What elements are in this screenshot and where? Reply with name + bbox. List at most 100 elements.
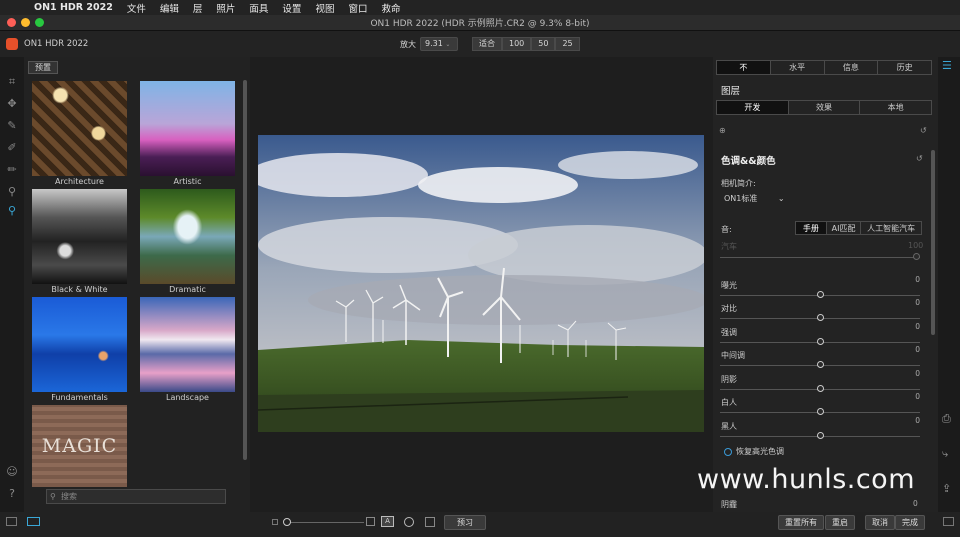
tab-effects[interactable]: 效果 [789,101,861,114]
slider-label: 阴霾 [721,500,737,509]
app-menu[interactable]: ON1 HDR 2022 [34,2,113,13]
menu-help[interactable]: 救命 [381,1,400,15]
preset-label: Fundamentals [51,393,108,402]
mask-view-icon[interactable] [404,517,414,527]
contrast-slider[interactable]: 0 [720,298,920,324]
zoom-25-button[interactable]: 25 [555,37,580,51]
tab-info[interactable]: 信息 [825,61,879,74]
preset-thumb-black-white[interactable]: Black & White [32,189,127,294]
tone-ai-auto-button[interactable]: 人工智能汽车 [861,222,921,234]
preset-thumb-magic[interactable]: MAGIC [32,405,127,487]
share-icon[interactable]: ⤷ [942,447,948,461]
zoom-select[interactable]: 9.31 ⌄ [420,37,458,51]
shadows-slider[interactable]: 0 [720,369,920,395]
export-icon[interactable]: ⇪ [942,482,951,495]
magic-thumbnail-text: MAGIC [41,435,118,457]
restore-highlights-checkbox[interactable]: 恢复高光色调 [724,446,784,457]
reset-button[interactable]: 重启 [825,515,855,530]
help-icon[interactable]: ? [5,487,19,501]
top-tabs: 不 水平 信息 历史 [716,60,932,75]
auto-slider[interactable] [720,251,920,263]
menu-bar: ON1 HDR 2022 文件 编辑 层 照片 面具 设置 视图 窗口 救命 [0,0,960,15]
menu-layer[interactable]: 层 [193,1,203,15]
zoom-slider[interactable] [284,522,364,523]
presets-scrollbar[interactable] [243,80,247,460]
zoom-window-button[interactable] [35,18,44,27]
tab-local[interactable]: 本地 [860,101,931,114]
zoom-tool-icon[interactable]: ⚲ [5,204,19,218]
right-panel-toggle-icon[interactable] [943,517,954,526]
minimize-window-button[interactable] [21,18,30,27]
app-logo-icon [6,38,18,50]
right-icon-strip: ☰ ⎙ ⤷ ⇪ [938,57,960,512]
tone-manual-button[interactable]: 手册 [796,222,827,234]
tone-ai-match-button[interactable]: AI匹配 [827,222,862,234]
cancel-button[interactable]: 取消 [865,515,895,530]
section-reset-icon[interactable]: ↺ [916,154,923,163]
preset-thumb-landscape[interactable]: Landscape [140,297,235,402]
preset-thumb-architecture[interactable]: Architecture [32,81,127,186]
menu-window[interactable]: 窗口 [348,1,367,15]
adjust-panel-icon[interactable]: ☰ [942,59,952,72]
line-mask-icon[interactable]: ✏ [5,163,19,177]
preset-thumb-dramatic[interactable]: Dramatic [140,189,235,294]
refine-brush-icon[interactable]: ⚲ [5,185,19,199]
compare-icon[interactable] [366,517,375,526]
crop-tool-icon[interactable]: ⌗ [5,75,19,89]
preview-button[interactable]: 预习 [444,515,486,530]
preset-thumb-artistic[interactable]: Artistic [140,81,235,186]
zoom-50-button[interactable]: 50 [531,37,556,51]
camera-profile-select[interactable]: ON1标准 ⌄ [724,193,785,204]
tab-develop[interactable]: 开发 [717,101,789,114]
zoom-100-button[interactable]: 100 [502,37,532,51]
add-layer-icon[interactable]: ⊕ [719,126,726,135]
tab-history[interactable]: 历史 [878,61,931,74]
chevron-down-icon: ⌄ [777,194,785,203]
zoom-slider-knob[interactable] [283,518,291,526]
preset-search-input[interactable]: ⚲ 搜索 [46,489,226,504]
retouch-brush-icon[interactable]: ✎ [5,119,19,133]
slider-value: 0 [915,369,920,378]
clipping-icon[interactable] [425,517,435,527]
slider-value: 0 [915,392,920,401]
main-photo[interactable] [258,135,704,432]
reset-icon[interactable]: ↺ [920,126,927,135]
close-window-button[interactable] [7,18,16,27]
move-tool-icon[interactable]: ✥ [5,97,19,111]
menu-mask[interactable]: 面具 [249,1,268,15]
highlights-slider[interactable]: 0 [720,322,920,348]
bottom-bar: A 预习 重置所有 重启 取消 完成 [0,512,960,537]
menu-edit[interactable]: 编辑 [160,1,179,15]
slider-value: 0 [913,499,918,508]
tab-none[interactable]: 不 [717,61,771,74]
presets-button[interactable]: 预置 [28,61,58,74]
zoom-controls: 放大 9.31 ⌄ 适合 100 50 25 [400,37,580,51]
preset-thumb-fundamentals[interactable]: Fundamentals [32,297,127,402]
menu-file[interactable]: 文件 [127,1,146,15]
print-icon[interactable]: ⎙ [942,412,951,426]
auto-icon[interactable]: A [381,516,394,527]
app-title: ON1 HDR 2022 [24,39,89,49]
window-controls [7,18,44,27]
masking-brush-icon[interactable]: ✐ [5,141,19,155]
zoom-fit-button[interactable]: 适合 [472,37,502,51]
people-icon[interactable]: ☺ [5,465,19,479]
panel-toggle-icon[interactable] [6,517,17,526]
exposure-slider[interactable]: 0 [720,275,920,301]
menu-settings[interactable]: 设置 [282,1,301,15]
menu-view[interactable]: 视图 [315,1,334,15]
midtones-slider[interactable]: 0 [720,345,920,371]
fundamentals-thumbnail-image [32,297,127,392]
auto-value: 100 [908,241,924,250]
menu-photo[interactable]: 照片 [216,1,235,15]
whites-slider[interactable]: 0 [720,392,920,418]
magic-thumbnail-image: MAGIC [32,405,127,487]
view-mode-icon[interactable] [27,517,40,526]
preset-label: Artistic [173,177,202,186]
reset-all-button[interactable]: 重置所有 [778,515,824,530]
blacks-slider[interactable]: 0 [720,416,920,442]
slider-value: 0 [915,416,920,425]
done-button[interactable]: 完成 [895,515,925,530]
right-panel-scrollbar[interactable] [931,150,935,335]
tab-level[interactable]: 水平 [771,61,825,74]
